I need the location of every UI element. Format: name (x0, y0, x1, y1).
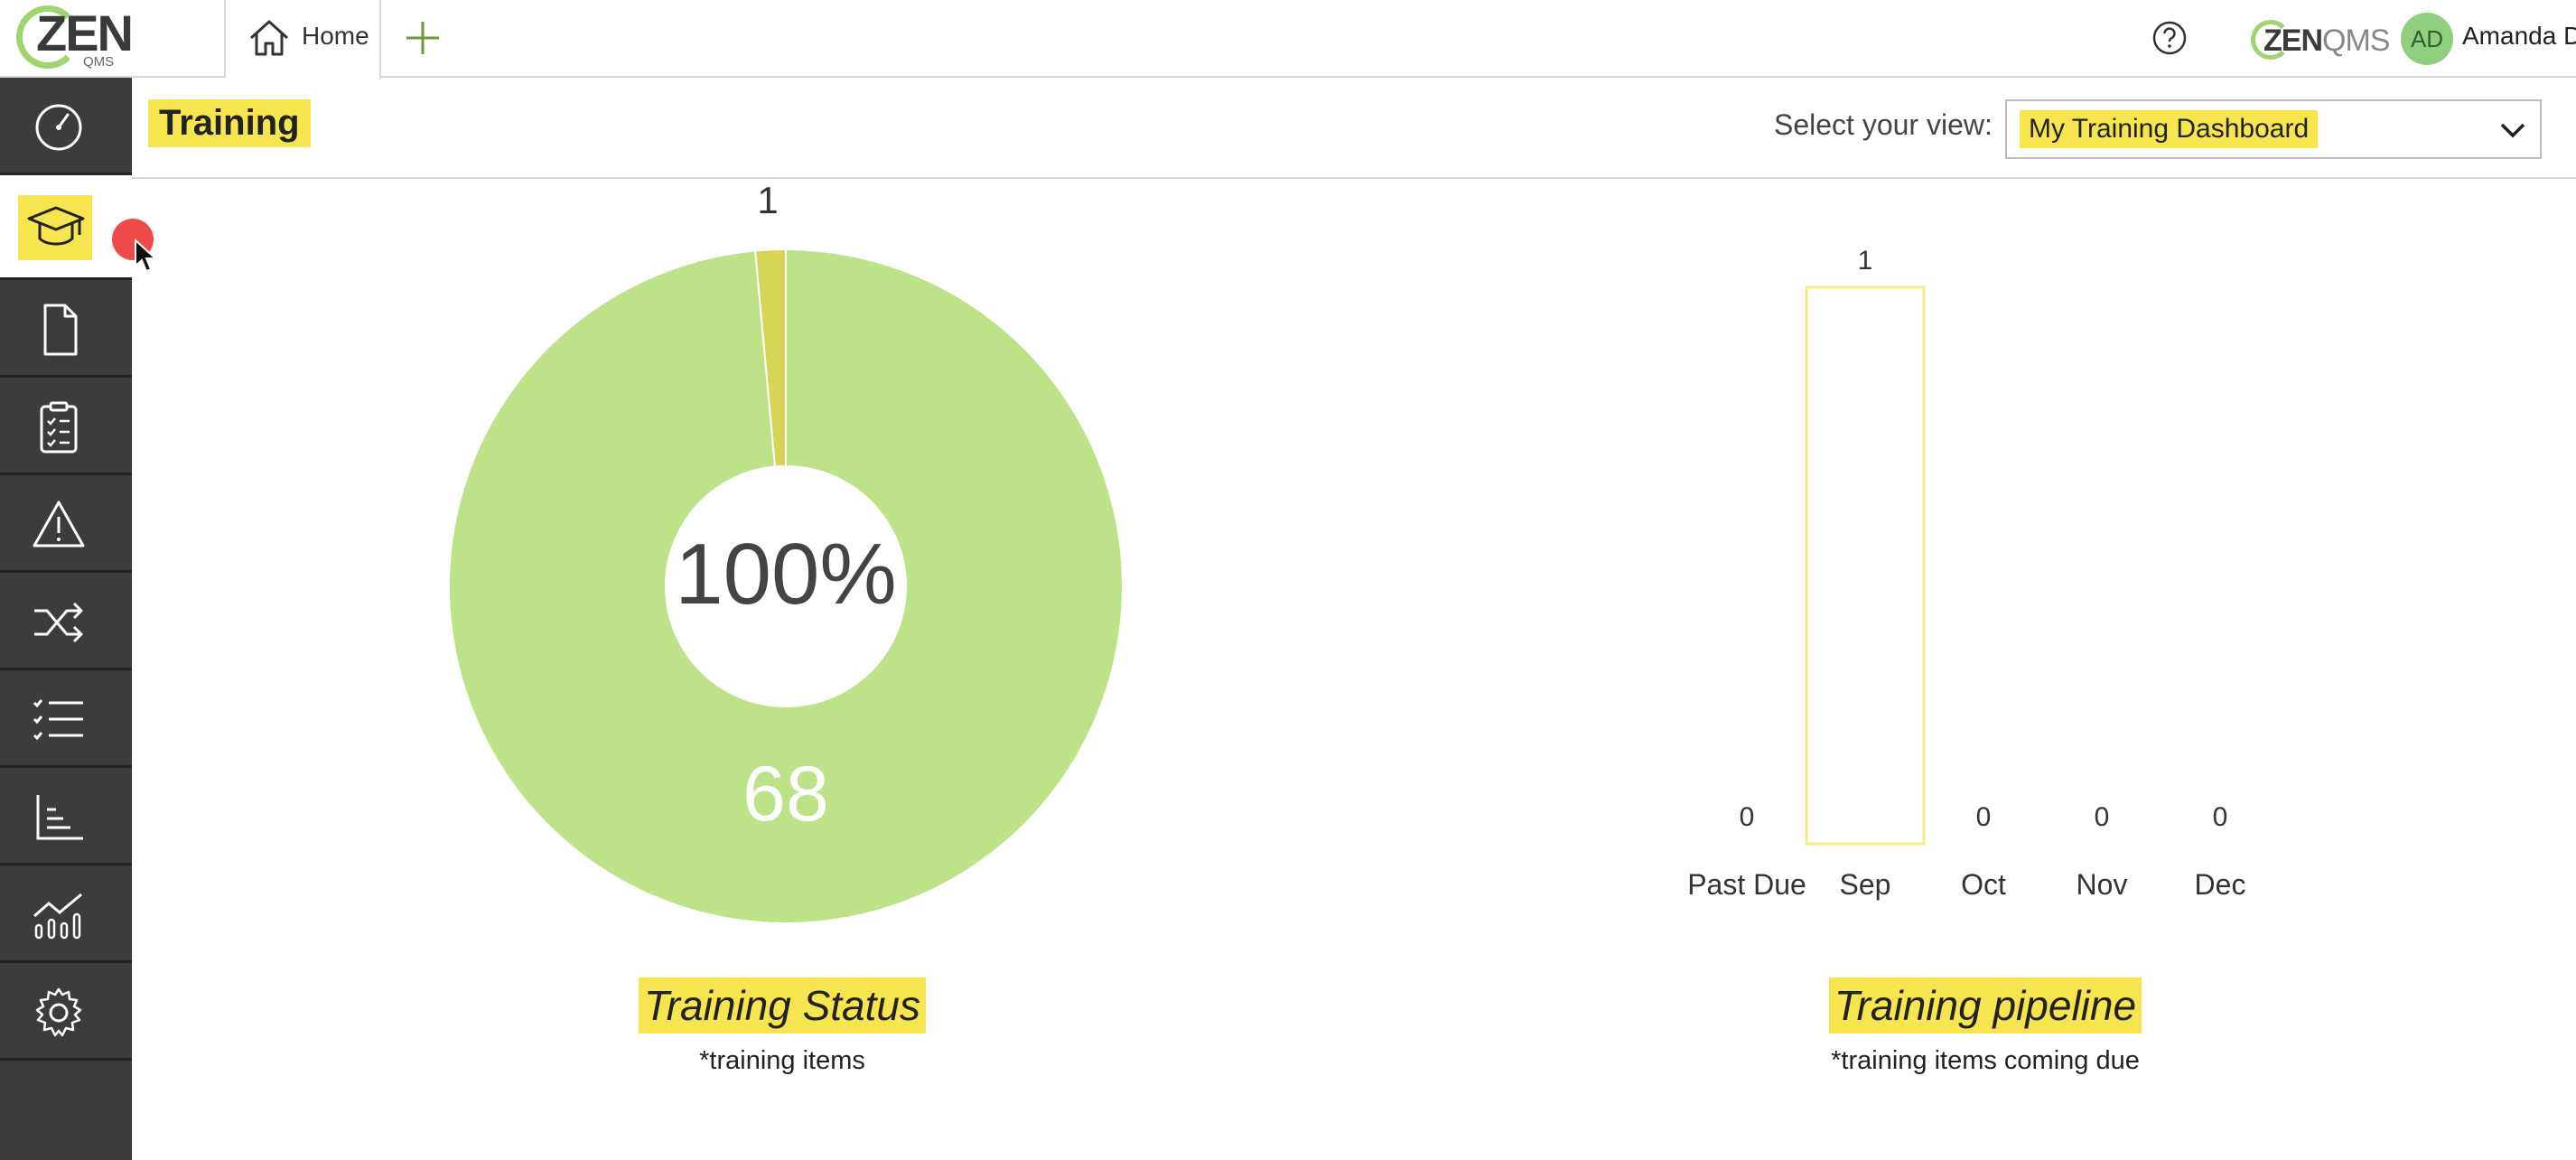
sidebar-item-tasks[interactable] (0, 670, 132, 768)
warning-triangle-icon (33, 500, 85, 547)
donut-slice-label-small: 1 (757, 179, 779, 221)
training-pipeline-title[interactable]: Training pipeline (1828, 978, 2142, 1034)
sidebar-item-training[interactable] (0, 175, 132, 280)
bar-category-label: Sep (1840, 868, 1891, 901)
training-status-chart: 1 100% 68 (434, 172, 1138, 967)
top-bar: ZEN QMS Home ZENQMS AD Amanda D (0, 0, 2576, 80)
training-pipeline-subtitle: *training items coming due (1831, 1046, 2140, 1075)
training-pipeline-caption: Training pipeline *training items coming… (1805, 978, 2166, 1076)
view-select-dropdown[interactable]: My Training Dashboard (2005, 99, 2542, 159)
sidebar-item-changes[interactable] (0, 573, 132, 670)
home-icon (249, 20, 289, 56)
document-icon (43, 304, 78, 356)
bar-category-label: Oct (1961, 868, 2006, 901)
donut-center-percentage: 100% (675, 526, 897, 622)
bar-value-label: 1 (1858, 246, 1873, 276)
tab-home[interactable]: Home (226, 0, 381, 80)
brand-logo: ZENQMS (2249, 11, 2390, 65)
bar-sep[interactable] (1805, 285, 1926, 846)
dashboard-gauge-icon (35, 104, 82, 151)
clipboard-checklist-icon (40, 401, 78, 454)
logo-subtext: QMS (83, 54, 115, 70)
sidebar-item-analytics[interactable] (0, 865, 132, 963)
graduation-cap-icon (27, 206, 85, 246)
bar-value-label: 0 (2095, 802, 2110, 832)
sidebar-item-documents[interactable] (0, 280, 132, 378)
add-tab-icon[interactable] (403, 18, 443, 58)
training-status-subtitle: *training items (699, 1046, 865, 1075)
training-pipeline-bars: 0 Past Due 1 Sep 0 Oct 0 Nov 0 Dec (1687, 246, 2246, 901)
view-select-label: Select your view: (1774, 108, 1993, 141)
shuffle-icon (34, 602, 83, 643)
analytics-icon (33, 893, 82, 940)
bar-category-label: Dec (2195, 868, 2246, 901)
view-select-value: My Training Dashboard (2020, 110, 2319, 148)
sidebar-item-audits[interactable] (0, 378, 132, 475)
user-name[interactable]: Amanda D (2462, 22, 2576, 51)
sidebar-item-reports[interactable] (0, 768, 132, 865)
bar-category-label: Past Due (1687, 868, 1806, 901)
mouse-cursor-icon (135, 239, 158, 273)
chevron-down-icon (2500, 123, 2525, 138)
sidebar-item-settings[interactable] (0, 963, 132, 1061)
bar-chart-icon (36, 795, 83, 840)
tab-home-label: Home (302, 22, 369, 50)
brand-text-zen: ZEN (2263, 23, 2323, 58)
donut-slice-label-large: 68 (742, 751, 829, 837)
bar-value-label: 0 (1740, 802, 1755, 832)
bar-category-label: Nov (2077, 868, 2128, 901)
sidebar-item-dashboard[interactable] (0, 78, 132, 175)
sidebar-item-issues[interactable] (0, 475, 132, 573)
avatar[interactable]: AD (2401, 13, 2453, 65)
zenqms-logo[interactable]: ZEN QMS (16, 4, 134, 74)
bar-value-label: 0 (1976, 802, 1992, 832)
gear-icon (35, 987, 82, 1037)
page-header: Training Select your view: My Training D… (132, 78, 2576, 179)
training-pipeline-chart: 0 Past Due 1 Sep 0 Oct 0 Nov 0 Dec (1662, 226, 2294, 931)
checklist-icon (33, 699, 83, 741)
bar-value-label: 0 (2213, 802, 2228, 832)
page-title: Training (148, 99, 311, 147)
brand-text-qms: QMS (2322, 23, 2390, 58)
help-icon[interactable] (2151, 20, 2188, 56)
training-status-title[interactable]: Training Status (639, 978, 926, 1034)
training-status-caption: Training Status *training items (602, 978, 963, 1076)
